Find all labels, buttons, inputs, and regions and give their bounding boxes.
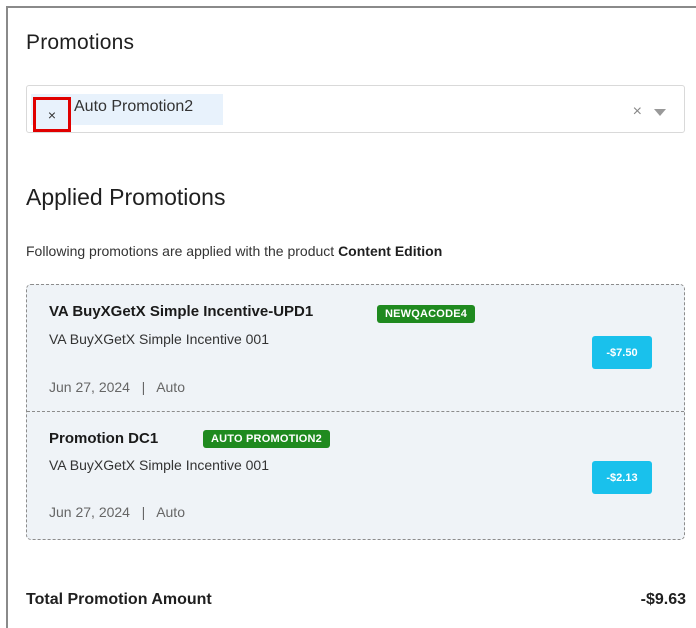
total-promotion-label: Total Promotion Amount [26, 591, 212, 608]
close-icon: × [47, 106, 57, 123]
promotion-amount-badge: -$7.50 [592, 336, 652, 369]
promotion-meta: Jun 27, 2024 | Auto [49, 504, 185, 520]
promotion-type: Auto [156, 379, 185, 395]
meta-separator: | [141, 379, 146, 395]
promotion-item: VA BuyXGetX Simple Incentive-UPD1 NEWQAC… [27, 285, 684, 412]
selected-promotion-label: Auto Promotion2 [74, 98, 194, 115]
promotion-name: Promotion DC1 [49, 430, 159, 447]
promotion-description: VA BuyXGetX Simple Incentive 001 [49, 457, 269, 473]
promotion-type: Auto [156, 504, 185, 520]
promotion-date: Jun 27, 2024 [49, 504, 130, 520]
chevron-down-icon[interactable] [654, 109, 666, 116]
description-prefix: Following promotions are applied with th… [26, 243, 335, 259]
promotion-code-badge: AUTO PROMOTION2 [203, 430, 330, 448]
promotion-description: VA BuyXGetX Simple Incentive 001 [49, 331, 269, 347]
applied-promotions-title: Applied Promotions [26, 184, 226, 210]
promotion-meta: Jun 27, 2024 | Auto [49, 379, 185, 395]
promotion-code-badge: NEWQACODE4 [377, 305, 476, 323]
product-name: Content Edition [338, 243, 443, 259]
applied-promotions-list: VA BuyXGetX Simple Incentive-UPD1 NEWQAC… [26, 284, 685, 540]
promotion-name: VA BuyXGetX Simple Incentive-UPD1 [49, 303, 314, 320]
total-promotion-value: -$9.63 [640, 591, 686, 608]
selected-promotion-tag: × Auto Promotion2 [31, 94, 223, 132]
promotion-item: Promotion DC1 AUTO PROMOTION2 VA BuyXGet… [27, 412, 684, 539]
applied-promotions-description: Following promotions are applied with th… [26, 243, 442, 259]
meta-separator: | [141, 504, 146, 520]
tag-remove-button[interactable]: × [33, 97, 71, 132]
promotion-amount-badge: -$2.13 [592, 461, 652, 494]
promotions-select[interactable]: × Auto Promotion2 × [26, 85, 685, 133]
promotions-title: Promotions [26, 31, 135, 54]
promotion-date: Jun 27, 2024 [49, 379, 130, 395]
clear-icon[interactable]: × [633, 103, 642, 121]
